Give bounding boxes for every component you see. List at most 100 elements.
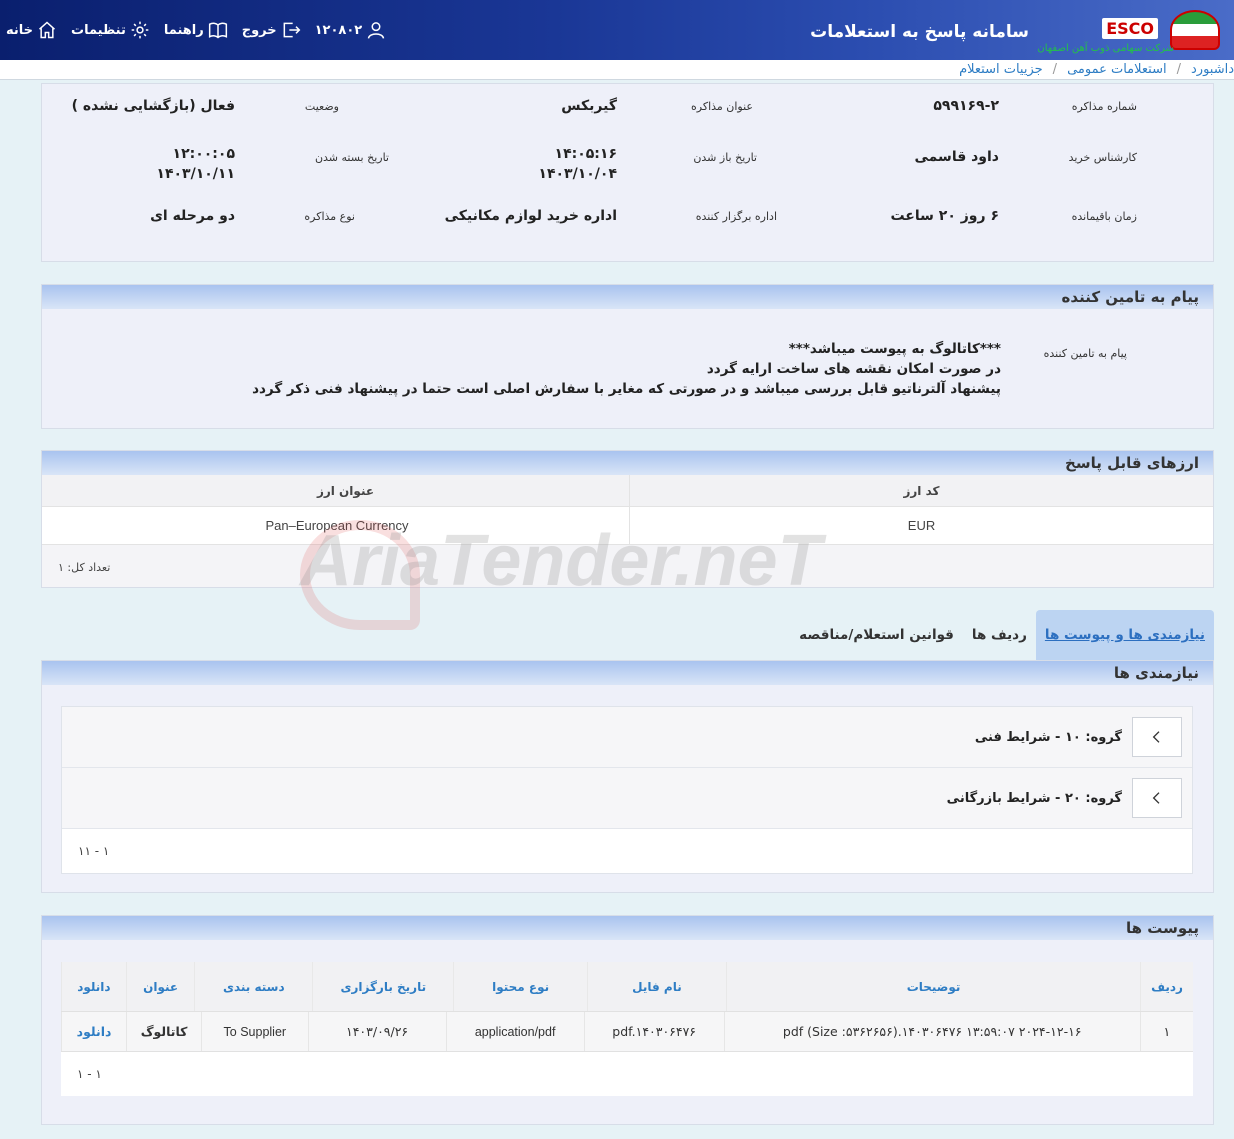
organizer: اداره خرید لوازم مکانیکی	[444, 208, 617, 224]
download-link[interactable]: دانلود	[61, 1012, 126, 1051]
pager: ۱ - ۱	[77, 1067, 102, 1081]
breadcrumb-public-inquiries[interactable]: استعلامات عمومی	[1067, 62, 1167, 77]
cell-content-type: application/pdf	[445, 1012, 584, 1051]
table-header: ردیف توضیحات نام فایل نوع محتوا تاریخ با…	[61, 962, 1193, 1012]
group-label: گروه: ۱۰ - شرایط فنی	[974, 729, 1122, 745]
brand-subtitle: شرکت سهامی ذوب آهن اصفهان	[1037, 43, 1174, 54]
tab-requirements-attachments[interactable]: نیازمندی ها و پیوست ها	[1035, 610, 1214, 660]
negotiation-number-label: شماره مذاکره	[1071, 100, 1137, 113]
attachments-table: ردیف توضیحات نام فایل نوع محتوا تاریخ با…	[61, 962, 1193, 1096]
tab-bar: نیازمندی ها و پیوست ها ردیف ها قوانین اس…	[790, 610, 1214, 660]
flag-logo-icon	[1170, 10, 1220, 50]
nav-user[interactable]: ۱۲۰۸۰۲	[315, 20, 387, 40]
status-value: فعال (بازگشایی نشده )	[71, 98, 235, 114]
list-item[interactable]: گروه: ۲۰ - شرایط بازرگانی	[62, 768, 1192, 829]
remaining-time: ۶ روز ۲۰ ساعت	[890, 208, 999, 224]
supplier-message-text: ***کاتالوگ به پیوست میباشد*** در صورت ام…	[252, 339, 1001, 399]
close-date-label: تاریخ بسته شدن	[314, 151, 389, 164]
open-date-label: تاریخ باز شدن	[693, 151, 757, 164]
column-header-title[interactable]: عنوان	[125, 962, 195, 1011]
requirements-list: گروه: ۱۰ - شرایط فنی گروه: ۲۰ - شرایط با…	[61, 706, 1193, 874]
user-id: ۱۲۰۸۰۲	[314, 22, 363, 38]
tab-items[interactable]: ردیف ها	[963, 610, 1036, 660]
cell-category: To Supplier	[201, 1012, 308, 1051]
currency-title: Pan–European Currency	[265, 518, 409, 533]
attachments-panel: پیوست ها ردیف توضیحات نام فایل نوع محتوا…	[41, 915, 1214, 1125]
cell-upload-date: ۱۴۰۳/۰۹/۲۶	[307, 1012, 446, 1051]
expand-button[interactable]	[1132, 778, 1182, 818]
nav-settings[interactable]: تنظیمات	[71, 20, 150, 40]
negotiation-type: دو مرحله ای	[150, 208, 235, 224]
buyer-expert: داود قاسمی	[914, 149, 1000, 165]
table-header: کد ارز عنوان ارز	[42, 475, 1213, 507]
close-time: ۱۲:۰۰:۰۵	[172, 146, 235, 162]
buyer-expert-label: کارشناس خرید	[1068, 151, 1137, 164]
column-header-upload-date[interactable]: تاریخ بارگزاری	[312, 962, 453, 1011]
pager: ۱ - ۱۱	[78, 844, 110, 858]
chevron-left-icon	[1152, 792, 1160, 804]
nav-logout[interactable]: خروج	[242, 20, 301, 40]
supplier-message-label: پیام به تامین کننده	[1043, 347, 1127, 360]
message-line: پیشنهاد آلترناتیو قابل بررسی میباشد و در…	[252, 381, 1001, 397]
column-header-description[interactable]: توضیحات	[726, 962, 1140, 1011]
list-item[interactable]: گروه: ۱۰ - شرایط فنی	[62, 707, 1192, 768]
negotiation-title-label: عنوان مذاکره	[691, 100, 753, 113]
brand-logo: ESCO	[1102, 18, 1158, 39]
column-header-content-type[interactable]: نوع محتوا	[453, 962, 586, 1011]
currencies-panel: ارزهای قابل پاسخ کد ارز عنوان ارز EUR Pa…	[41, 450, 1214, 588]
requirements-panel: نیازمندی ها گروه: ۱۰ - شرایط فنی گروه: ۲…	[41, 660, 1214, 893]
column-header-file-name[interactable]: نام فایل	[586, 962, 726, 1011]
breadcrumb-inquiry-details[interactable]: جزییات استعلام	[959, 62, 1043, 77]
user-icon	[367, 22, 385, 39]
chevron-left-icon	[1152, 731, 1160, 743]
cell-row-number: ۱	[1139, 1012, 1193, 1051]
nav-settings-label: تنظیمات	[71, 22, 126, 38]
expand-button[interactable]	[1132, 717, 1182, 757]
group-label: گروه: ۲۰ - شرایط بازرگانی	[946, 790, 1122, 806]
column-header-category[interactable]: دسته بندی	[194, 962, 312, 1011]
organizer-label: اداره برگزار کننده	[695, 210, 777, 223]
message-line: ***کاتالوگ به پیوست میباشد***	[788, 341, 1001, 357]
remaining-time-label: زمان باقیمانده	[1071, 210, 1137, 223]
home-icon	[39, 21, 56, 39]
message-line: در صورت امکان نقشه های ساخت ارایه گردد	[706, 361, 1001, 377]
breadcrumb-dashboard[interactable]: داشبورد	[1191, 62, 1234, 77]
negotiation-number: ۵۹۹۱۶۹-۲	[933, 98, 999, 114]
logout-icon	[283, 22, 301, 38]
top-bar: ESCO شرکت سهامی ذوب آهن اصفهان سامانه پا…	[0, 0, 1234, 60]
cell-file-name: pdf.۱۴۰۳۰۶۴۷۶	[583, 1012, 724, 1051]
nav-logout-label: خروج	[241, 22, 277, 38]
column-header-currency-code[interactable]: کد ارز	[629, 475, 1213, 506]
logo-area: ESCO شرکت سهامی ذوب آهن اصفهان	[1004, 0, 1234, 60]
panel-title: نیازمندی ها	[42, 661, 1213, 685]
column-header-row[interactable]: ردیف	[1140, 962, 1193, 1011]
panel-title: پیام به تامین کننده	[42, 285, 1213, 309]
currencies-table: کد ارز عنوان ارز EUR Pan–European Curren…	[42, 475, 1213, 545]
open-time: ۱۴:۰۵:۱۶	[554, 146, 617, 162]
panel-title: پیوست ها	[42, 916, 1213, 940]
column-header-currency-title[interactable]: عنوان ارز	[62, 475, 629, 506]
gear-icon	[131, 21, 149, 39]
top-nav: خانه تنظیمات راهنما خروج ۱۲۰۸۰۲	[0, 0, 386, 60]
negotiation-title: گیربکس	[561, 98, 617, 114]
column-header-download[interactable]: دانلود	[61, 962, 126, 1011]
nav-guide[interactable]: راهنما	[164, 20, 228, 40]
tab-inquiry-rules[interactable]: قوانین استعلام/مناقصه	[790, 610, 963, 660]
inquiry-info-panel: شماره مذاکره ۵۹۹۱۶۹-۲ عنوان مذاکره گیربک…	[41, 83, 1214, 262]
cell-description: pdf (Size :۵۳۶۲۶۵۶).۱۴۰۳۰۶۴۷۶ ۱۳:۵۹:۰۷ ۲…	[723, 1012, 1140, 1051]
nav-guide-label: راهنما	[163, 22, 204, 38]
open-date: ۱۴۰۳/۱۰/۰۴	[538, 166, 617, 182]
cell-title: کاتالوگ	[126, 1012, 201, 1051]
close-date: ۱۴۰۳/۱۰/۱۱	[156, 166, 235, 182]
table-row: EUR Pan–European Currency	[42, 507, 1213, 545]
negotiation-type-label: نوع مذاکره	[304, 210, 355, 223]
breadcrumb-separator: /	[1176, 62, 1181, 77]
nav-home[interactable]: خانه	[6, 20, 57, 40]
table-row: ۱ pdf (Size :۵۳۶۲۶۵۶).۱۴۰۳۰۶۴۷۶ ۱۳:۵۹:۰۷…	[61, 1012, 1193, 1052]
currency-code: EUR	[629, 507, 1213, 544]
panel-title: ارزهای قابل پاسخ	[42, 451, 1213, 475]
total-count: تعداد کل: ۱	[58, 561, 111, 574]
breadcrumb-separator: /	[1052, 62, 1058, 77]
book-icon	[208, 22, 227, 39]
supplier-message-panel: پیام به تامین کننده پیام به تامین کننده …	[41, 284, 1214, 429]
